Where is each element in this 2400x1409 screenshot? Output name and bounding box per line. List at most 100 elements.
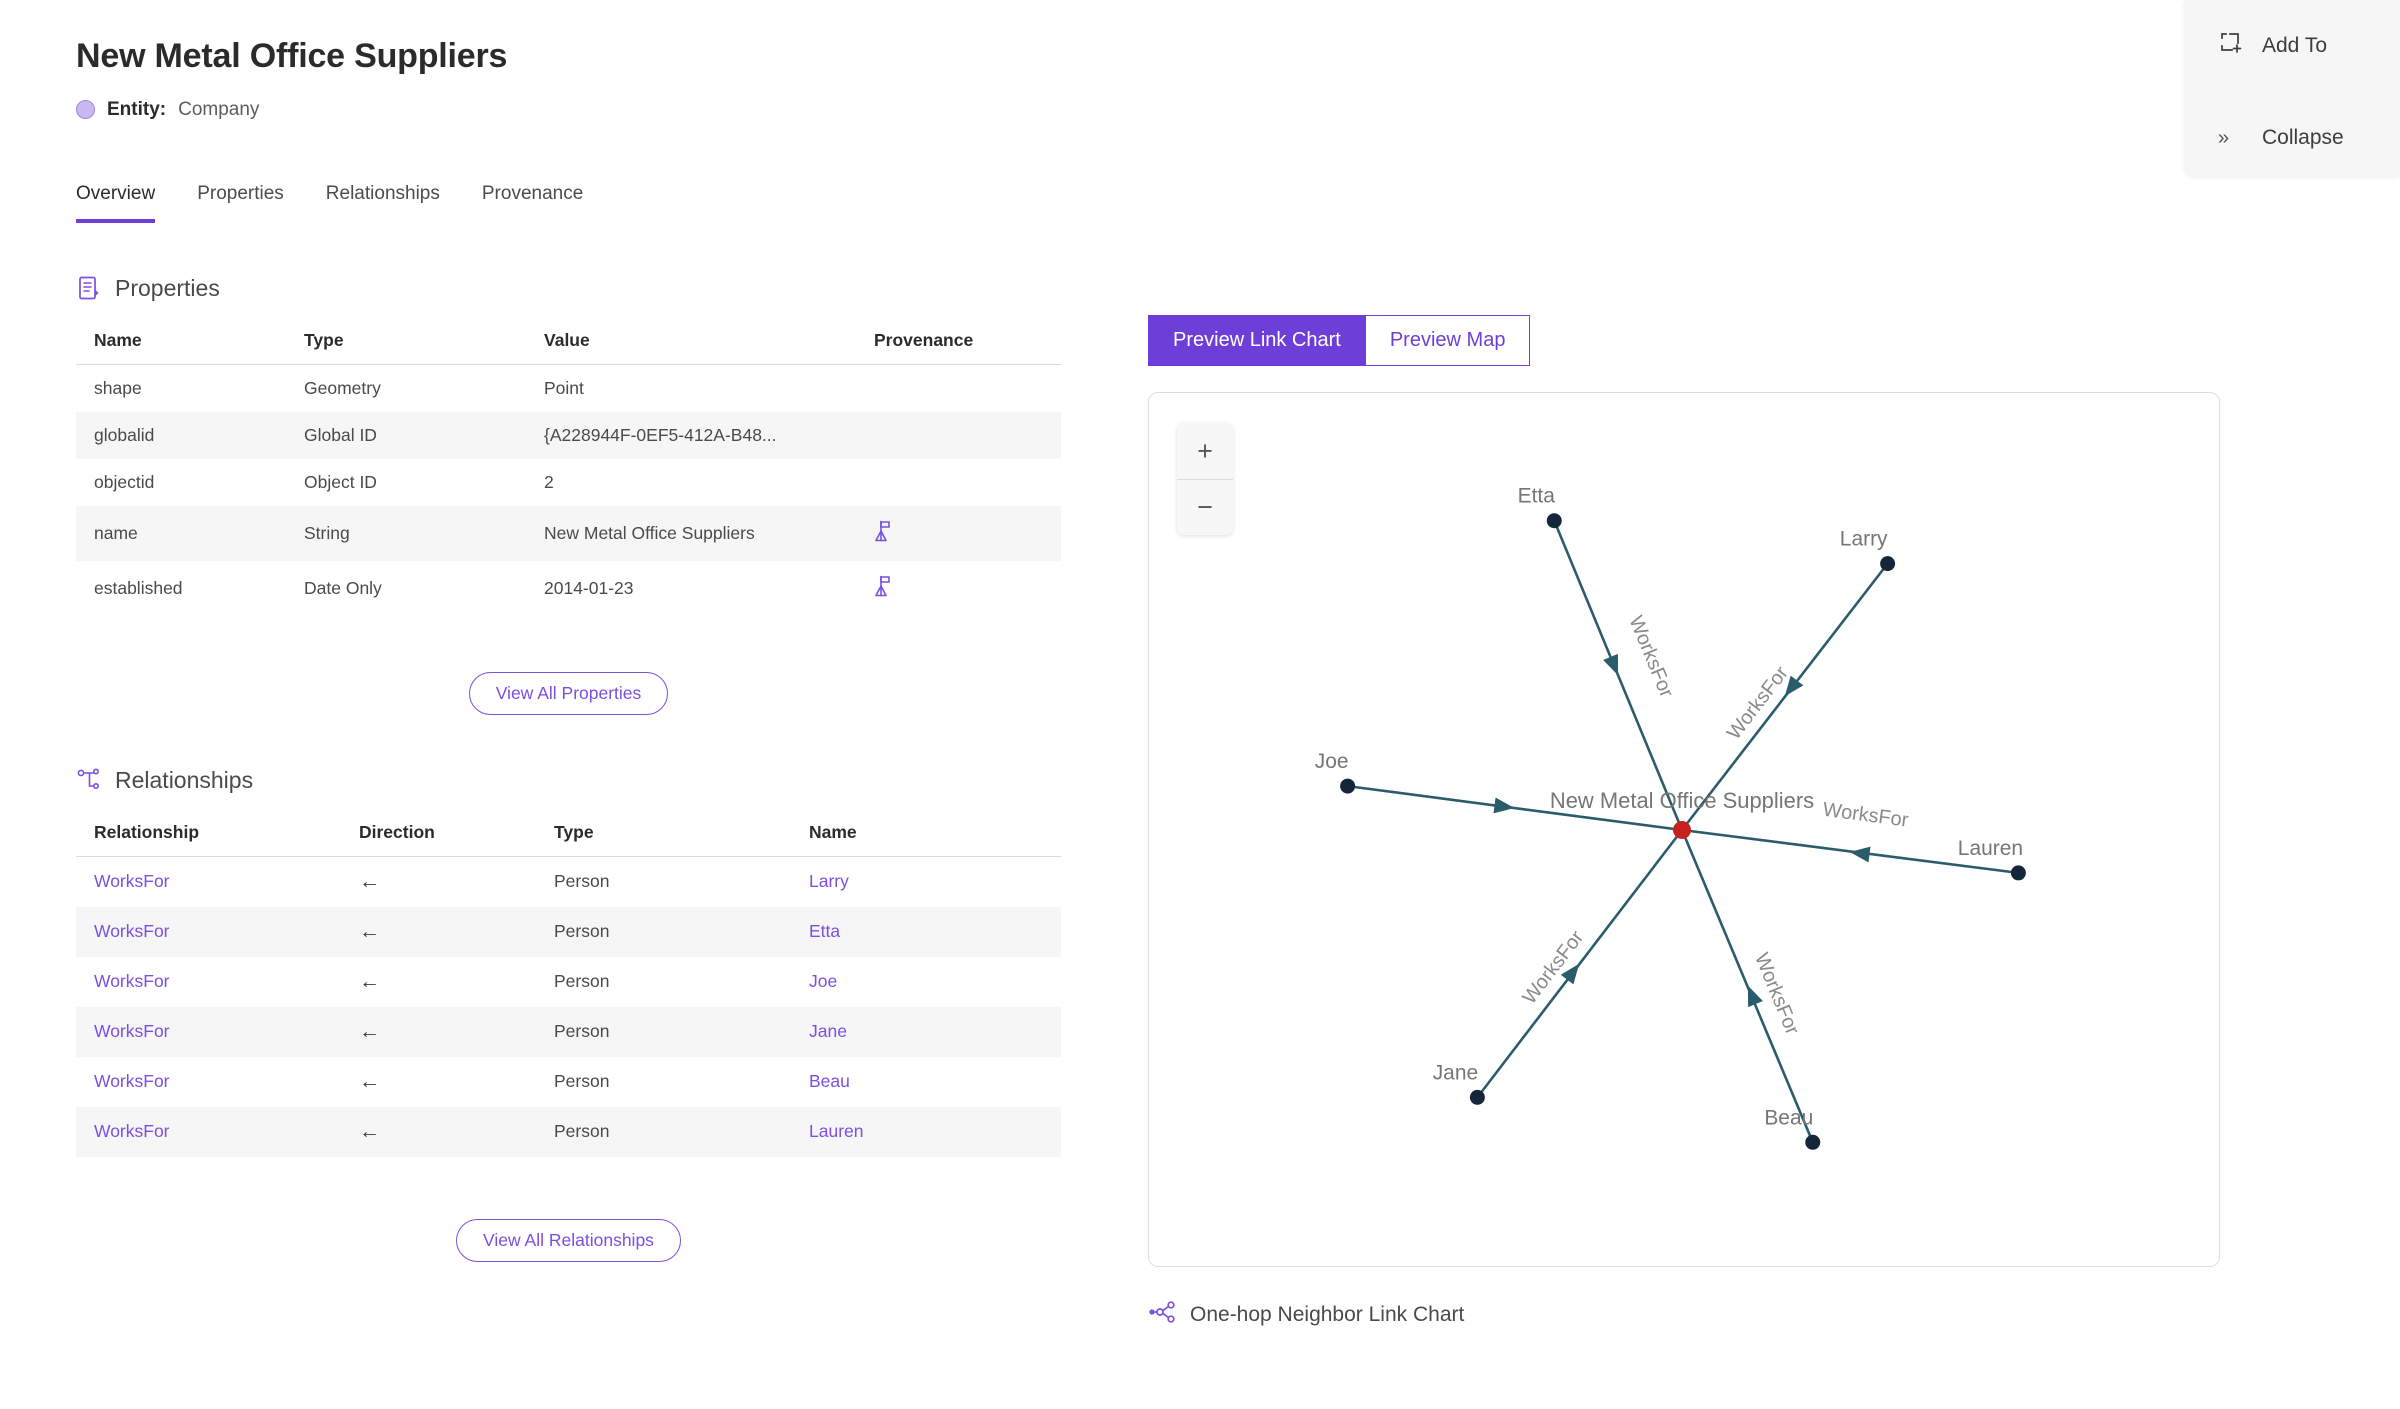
arrowhead-beau <box>1747 985 1763 1008</box>
prop-value: Point <box>544 377 584 398</box>
rel-name[interactable]: Etta <box>791 907 1061 957</box>
col-rel-direction: Direction <box>341 815 536 857</box>
properties-document-icon <box>76 275 102 301</box>
rel-relationship[interactable]: WorksFor <box>76 1107 341 1157</box>
table-row[interactable]: objectid Object ID 2 <box>76 459 1061 506</box>
rel-type: Person <box>554 1121 610 1142</box>
col-prop-type: Type <box>286 323 526 365</box>
action-panel: Add To » Collapse <box>2184 0 2400 176</box>
preview-map-button[interactable]: Preview Map <box>1365 315 1531 366</box>
view-all-relationships-button[interactable]: View All Relationships <box>456 1218 681 1262</box>
view-all-properties-wrap: View All Properties <box>76 671 1061 715</box>
prop-provenance[interactable] <box>856 561 1061 616</box>
table-row[interactable]: WorksFor ← Person Joe <box>76 957 1061 1007</box>
link-chart-icon <box>1148 1299 1176 1331</box>
collapse-label: Collapse <box>2262 126 2344 149</box>
edge-beau[interactable] <box>1680 829 1814 1143</box>
rel-name[interactable]: Joe <box>791 957 1061 1007</box>
prop-type: Global ID <box>304 424 377 445</box>
rel-direction: ← <box>359 969 380 993</box>
zoom-controls: + − <box>1177 423 1233 535</box>
prop-name: established <box>94 577 183 598</box>
rel-name[interactable]: Lauren <box>791 1107 1061 1157</box>
prop-type: Geometry <box>304 377 381 398</box>
tab-properties[interactable]: Properties <box>197 183 284 223</box>
rel-direction: ← <box>359 919 380 943</box>
table-row[interactable]: globalid Global ID {A228944F-0EF5-412A-B… <box>76 411 1061 459</box>
properties-table: Name Type Value Provenance shape Geometr… <box>76 323 1061 616</box>
chart-footer-label: One-hop Neighbor Link Chart <box>1190 1303 1465 1326</box>
table-row[interactable]: WorksFor ← Person Lauren <box>76 1106 1061 1157</box>
col-rel-type: Type <box>536 815 791 857</box>
properties-heading: Properties <box>115 274 220 301</box>
node-jane[interactable] <box>1469 1089 1485 1105</box>
rel-relationship[interactable]: WorksFor <box>76 957 341 1007</box>
flag-icon[interactable] <box>874 520 896 547</box>
relationships-graph-icon <box>76 767 102 793</box>
table-row[interactable]: name String New Metal Office Suppliers <box>76 505 1061 561</box>
node-beau[interactable] <box>1805 1134 1821 1150</box>
preview-toggle-group: Preview Link Chart Preview Map <box>1148 315 1531 366</box>
prop-value: {A228944F-0EF5-412A-B48... <box>544 424 777 445</box>
arrowhead-etta <box>1603 653 1619 676</box>
prop-name: name <box>94 522 138 543</box>
table-row[interactable]: WorksFor ← Person Larry <box>76 856 1061 907</box>
rel-type: Person <box>554 921 610 942</box>
rel-name[interactable]: Larry <box>791 856 1061 907</box>
prop-provenance[interactable] <box>856 506 1061 561</box>
node-joe[interactable] <box>1340 778 1356 794</box>
table-row[interactable]: WorksFor ← Person Jane <box>76 1006 1061 1057</box>
table-row[interactable]: WorksFor ← Person Etta <box>76 906 1061 957</box>
properties-section-header: Properties <box>76 275 1106 302</box>
edge-jane[interactable] <box>1476 829 1684 1099</box>
prop-value: 2014-01-23 <box>544 577 634 598</box>
prop-provenance <box>856 459 1061 506</box>
edge-label-beau: WorksFor <box>1750 950 1803 1038</box>
table-row[interactable]: shape Geometry Point <box>76 364 1061 412</box>
prop-value: New Metal Office Suppliers <box>544 522 755 543</box>
zoom-out-button[interactable]: − <box>1177 479 1233 535</box>
node-larry[interactable] <box>1880 556 1896 572</box>
right-pane: Preview Link Chart Preview Map + − Works… <box>1148 0 2248 1331</box>
rel-relationship[interactable]: WorksFor <box>76 907 341 957</box>
prop-provenance <box>856 364 1061 412</box>
relationships-table: Relationship Direction Type Name WorksFo… <box>76 815 1061 1157</box>
tab-overview[interactable]: Overview <box>76 183 156 223</box>
tab-provenance[interactable]: Provenance <box>482 183 583 223</box>
preview-link-chart-button[interactable]: Preview Link Chart <box>1148 315 1366 366</box>
rel-relationship[interactable]: WorksFor <box>76 1057 341 1107</box>
view-all-properties-button[interactable]: View All Properties <box>468 671 669 715</box>
rel-name[interactable]: Jane <box>791 1007 1061 1057</box>
left-pane: New Metal Office Suppliers Entity: Compa… <box>76 0 1106 1262</box>
rel-direction: ← <box>359 1069 380 1093</box>
collapse-button[interactable]: » Collapse <box>2218 118 2400 158</box>
link-chart-canvas[interactable]: + − WorksFor WorksFor WorksFor WorksFor … <box>1148 392 2220 1267</box>
col-rel-name: Name <box>791 815 1061 857</box>
node-etta[interactable] <box>1546 513 1562 529</box>
zoom-in-button[interactable]: + <box>1177 423 1233 479</box>
link-chart-nodes: Etta Larry Joe Lauren Jane Beau <box>1315 485 2026 1150</box>
rel-direction: ← <box>359 1119 380 1143</box>
center-node[interactable] <box>1673 821 1691 839</box>
prop-value: 2 <box>544 471 554 492</box>
center-node-label: New Metal Office Suppliers <box>1550 788 1814 813</box>
add-to-button[interactable]: Add To <box>2218 26 2400 66</box>
tab-relationships[interactable]: Relationships <box>326 183 440 223</box>
view-all-relationships-wrap: View All Relationships <box>76 1218 1061 1262</box>
prop-name: shape <box>94 377 142 398</box>
properties-header-row: Name Type Value Provenance <box>76 323 1061 365</box>
table-row[interactable]: established Date Only 2014-01-23 <box>76 561 1061 616</box>
node-lauren[interactable] <box>2010 865 2026 881</box>
prop-name: globalid <box>94 424 155 445</box>
rel-relationship[interactable]: WorksFor <box>76 1007 341 1057</box>
node-label-etta: Etta <box>1518 485 1556 508</box>
rel-name[interactable]: Beau <box>791 1057 1061 1107</box>
col-prop-name: Name <box>76 323 286 365</box>
rel-relationship[interactable]: WorksFor <box>76 856 341 907</box>
table-row[interactable]: WorksFor ← Person Beau <box>76 1057 1061 1107</box>
rel-type: Person <box>554 871 610 892</box>
prop-type: Date Only <box>304 577 382 598</box>
flag-icon[interactable] <box>874 575 896 602</box>
col-rel-relationship: Relationship <box>76 815 341 857</box>
relationships-header-row: Relationship Direction Type Name <box>76 815 1061 857</box>
